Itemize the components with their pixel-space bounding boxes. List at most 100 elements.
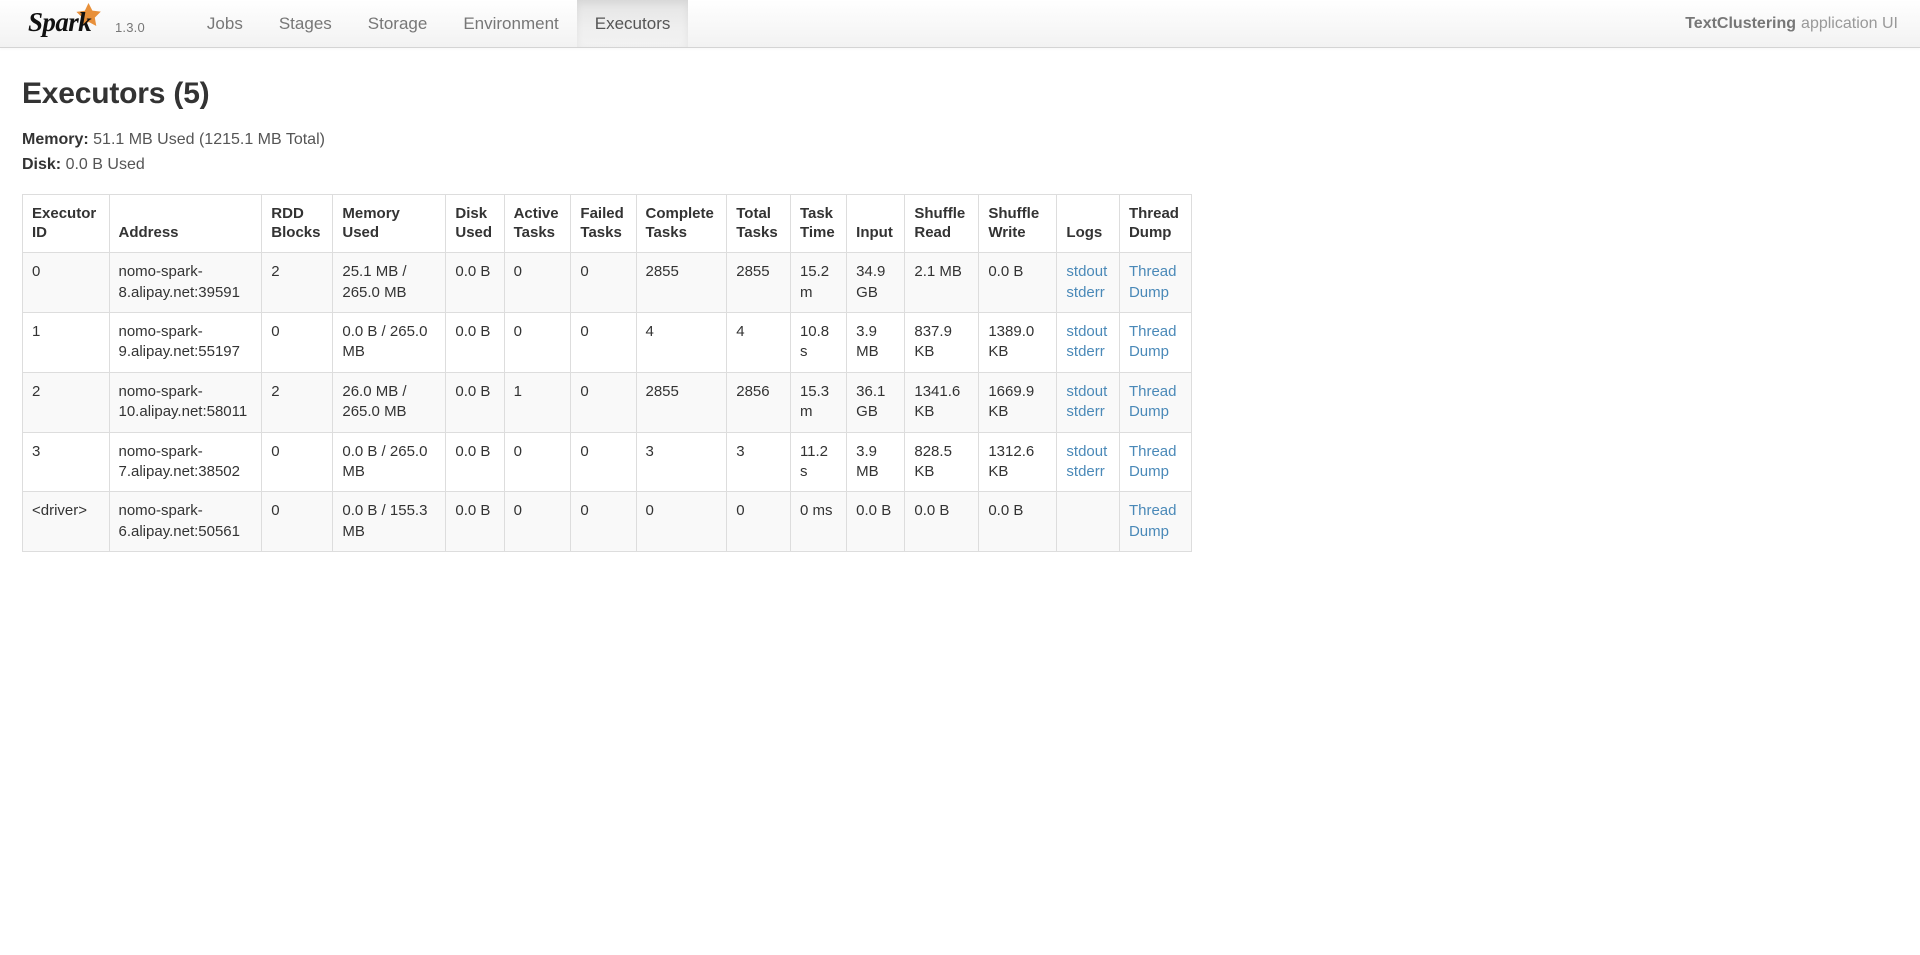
header-rdd-blocks[interactable]: RDD Blocks (261, 193, 334, 254)
td-thread-dump: Thread Dump (1118, 431, 1193, 493)
thread-dump-link[interactable]: Thread Dump (1129, 383, 1177, 420)
header-shuffle-write[interactable]: Shuffle Write (978, 193, 1058, 254)
application-title-suffix: application UI (1801, 14, 1898, 32)
td-active-tasks: 0 (503, 311, 572, 373)
header-address[interactable]: Address (108, 193, 263, 254)
header-executor-id[interactable]: Executor ID (22, 193, 110, 254)
td-rdd-blocks: 2 (261, 252, 334, 313)
thread-dump-link[interactable]: Thread Dump (1129, 263, 1177, 300)
spark-star-logo-icon: Spark (26, 1, 108, 41)
nav-tab-stages[interactable]: Stages (261, 0, 350, 47)
td-shuffle-write: 0.0 B (978, 252, 1058, 313)
td-rdd-blocks: 0 (261, 491, 334, 553)
executors-table-head: Executor ID Address RDD Blocks Memory Us… (22, 193, 1193, 254)
td-thread-dump: Thread Dump (1118, 252, 1193, 313)
nav-tab-executors[interactable]: Executors (576, 0, 689, 47)
stdout-link[interactable]: stdout (1066, 442, 1109, 462)
td-address: nomo-spark-10.alipay.net:58011 (108, 371, 263, 433)
td-failed-tasks: 0 (570, 311, 637, 373)
table-row: 3 nomo-spark-7.alipay.net:38502 0 0.0 B / 2… (22, 431, 1193, 493)
td-complete-tasks: 2855 (635, 371, 728, 433)
thread-dump-link[interactable]: Thread Dump (1129, 323, 1177, 360)
header-total-tasks[interactable]: Total Tasks (726, 193, 791, 254)
memory-summary-line: Memory: 51.1 MB Used (1215.1 MB Total) (22, 128, 1898, 153)
nav-link-stages[interactable]: Stages (261, 0, 350, 47)
nav-tab-storage[interactable]: Storage (350, 0, 446, 47)
td-failed-tasks: 0 (570, 371, 637, 433)
td-input: 34.9 GB (846, 252, 906, 313)
td-shuffle-read: 0.0 B (904, 491, 980, 553)
table-row: 1 nomo-spark-9.alipay.net:55197 0 0.0 B / 2… (22, 311, 1193, 373)
stdout-link[interactable]: stdout (1066, 322, 1109, 342)
brand-version-label: 1.3.0 (115, 20, 145, 35)
header-thread-dump[interactable]: Thread Dump (1118, 193, 1193, 254)
svg-text:Spark: Spark (28, 7, 92, 37)
td-executor-id: 3 (22, 431, 110, 493)
td-logs: stdout stderr (1056, 431, 1120, 493)
td-task-time: 15.2 m (789, 252, 848, 313)
nav-link-executors[interactable]: Executors (576, 0, 689, 47)
td-disk-used: 0.0 B (445, 371, 505, 433)
td-thread-dump: Thread Dump (1118, 371, 1193, 433)
stdout-link[interactable]: stdout (1066, 382, 1109, 402)
td-logs (1056, 491, 1120, 553)
td-active-tasks: 0 (503, 431, 572, 493)
thread-dump-link[interactable]: Thread Dump (1129, 502, 1177, 539)
nav-link-storage[interactable]: Storage (350, 0, 446, 47)
td-task-time: 0 ms (789, 491, 848, 553)
td-disk-used: 0.0 B (445, 252, 505, 313)
header-failed-tasks[interactable]: Failed Tasks (570, 193, 637, 254)
td-executor-id: 2 (22, 371, 110, 433)
thread-dump-link[interactable]: Thread Dump (1129, 443, 1177, 480)
td-rdd-blocks: 0 (261, 311, 334, 373)
td-total-tasks: 2855 (726, 252, 791, 313)
stderr-link[interactable]: stderr (1066, 402, 1109, 422)
executors-table: Executor ID Address RDD Blocks Memory Us… (22, 193, 1193, 553)
nav-tab-environment[interactable]: Environment (445, 0, 576, 47)
td-complete-tasks: 4 (635, 311, 728, 373)
td-total-tasks: 4 (726, 311, 791, 373)
td-complete-tasks: 3 (635, 431, 728, 493)
td-memory-used: 26.0 MB / 265.0 MB (332, 371, 447, 433)
nav-link-jobs[interactable]: Jobs (189, 0, 261, 47)
td-address: nomo-spark-8.alipay.net:39591 (108, 252, 263, 313)
page-container: Executors (5) Memory: 51.1 MB Used (1215… (0, 77, 1920, 553)
td-shuffle-read: 2.1 MB (904, 252, 980, 313)
td-disk-used: 0.0 B (445, 431, 505, 493)
brand-link[interactable]: Spark 1.3.0 (0, 0, 145, 47)
nav-link-environment[interactable]: Environment (445, 0, 576, 47)
td-input: 3.9 MB (846, 311, 906, 373)
header-input[interactable]: Input (846, 193, 906, 254)
nav-tab-jobs[interactable]: Jobs (189, 0, 261, 47)
td-address: nomo-spark-9.alipay.net:55197 (108, 311, 263, 373)
table-row: <driver> nomo-spark-6.alipay.net:50561 0 0.… (22, 491, 1193, 553)
stdout-link[interactable]: stdout (1066, 262, 1109, 282)
application-name: TextClustering (1685, 14, 1797, 32)
td-executor-id: 1 (22, 311, 110, 373)
td-input: 36.1 GB (846, 371, 906, 433)
header-active-tasks[interactable]: Active Tasks (503, 193, 572, 254)
header-task-time[interactable]: Task Time (789, 193, 848, 254)
stderr-link[interactable]: stderr (1066, 342, 1109, 362)
td-memory-used: 0.0 B / 265.0 MB (332, 431, 447, 493)
td-memory-used: 0.0 B / 265.0 MB (332, 311, 447, 373)
stderr-link[interactable]: stderr (1066, 283, 1109, 303)
td-total-tasks: 2856 (726, 371, 791, 433)
table-header-row: Executor ID Address RDD Blocks Memory Us… (22, 193, 1193, 254)
td-executor-id: <driver> (22, 491, 110, 553)
header-logs[interactable]: Logs (1056, 193, 1120, 254)
executors-table-body: 0 nomo-spark-8.alipay.net:39591 2 25.1 MB /… (22, 252, 1193, 553)
td-shuffle-write: 1389.0 KB (978, 311, 1058, 373)
td-shuffle-read: 837.9 KB (904, 311, 980, 373)
table-row: 2 nomo-spark-10.alipay.net:58011 2 26.0 MB … (22, 371, 1193, 433)
header-disk-used[interactable]: Disk Used (445, 193, 505, 254)
td-task-time: 11.2 s (789, 431, 848, 493)
main-nav-tabs: Jobs Stages Storage Environment Executor… (145, 0, 689, 47)
page-title: Executors (5) (22, 77, 210, 110)
td-logs: stdout stderr (1056, 371, 1120, 433)
header-shuffle-read[interactable]: Shuffle Read (904, 193, 980, 254)
td-failed-tasks: 0 (570, 431, 637, 493)
stderr-link[interactable]: stderr (1066, 462, 1109, 482)
header-memory-used[interactable]: Memory Used (332, 193, 447, 254)
header-complete-tasks[interactable]: Complete Tasks (635, 193, 728, 254)
